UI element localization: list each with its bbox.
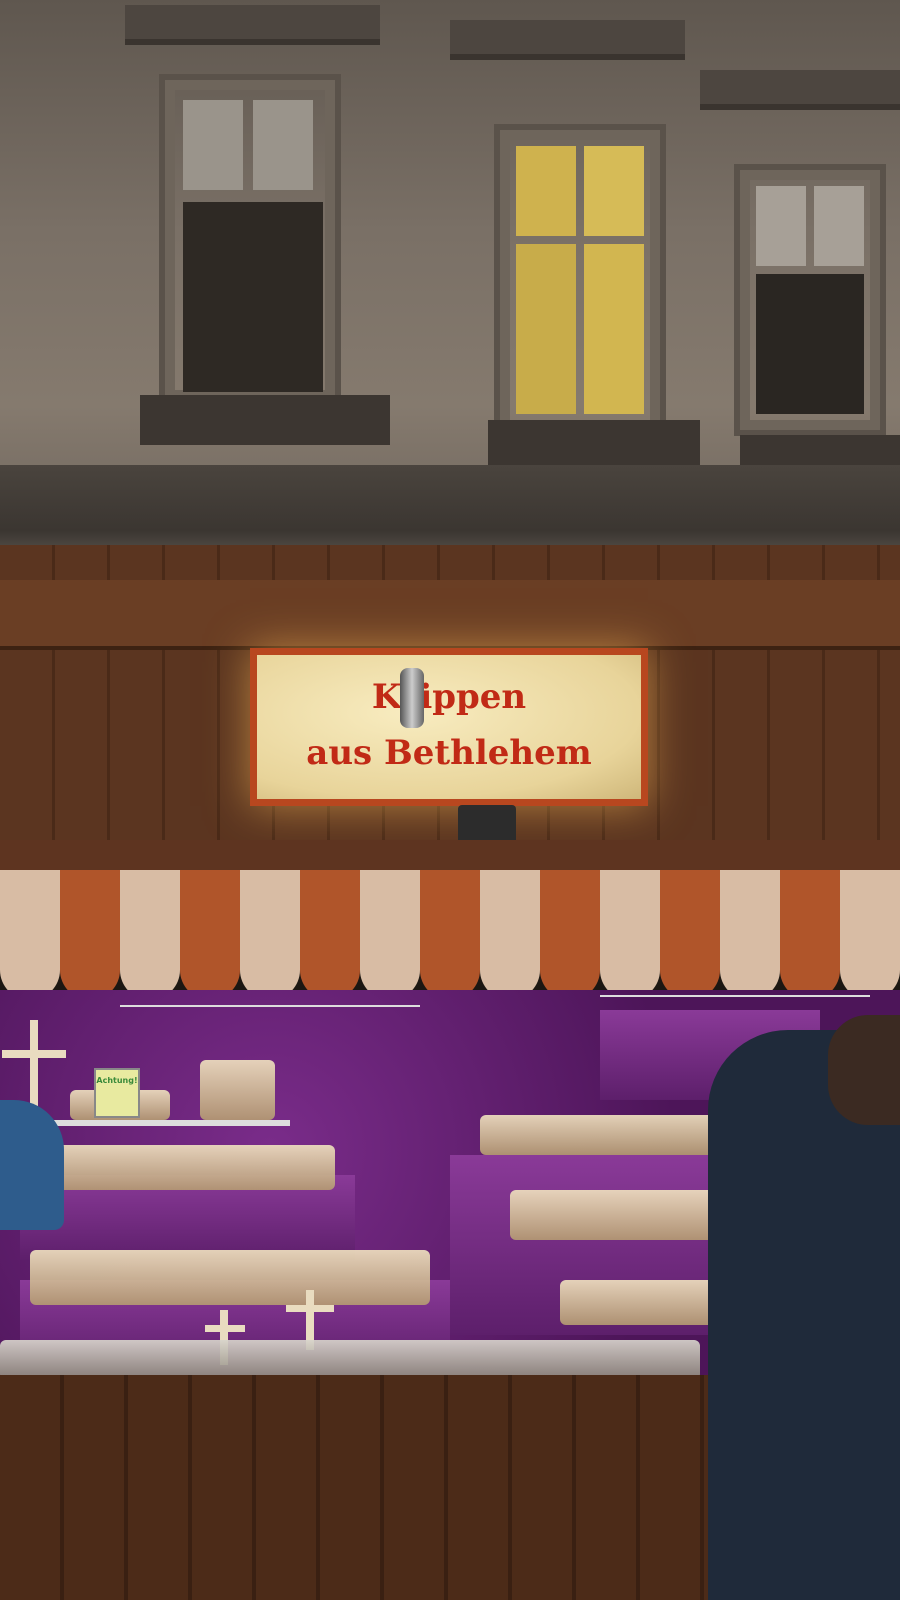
striped-awning xyxy=(0,870,900,1000)
figurine-carvings xyxy=(30,1250,430,1305)
spotlight-icon xyxy=(458,805,516,845)
window-lit xyxy=(500,130,660,430)
cross-icon xyxy=(205,1325,245,1332)
window-sill xyxy=(488,420,700,470)
nativity-carvings xyxy=(35,1145,335,1190)
window-pediment xyxy=(450,20,685,60)
customer-head xyxy=(828,1015,900,1125)
stall-sign: Krippen aus Bethlehem xyxy=(250,648,648,806)
sign-line-2: aus Bethlehem xyxy=(306,733,592,773)
window-left xyxy=(165,80,335,400)
boxed-goods xyxy=(0,1340,700,1380)
window-right xyxy=(740,170,880,430)
cross-icon xyxy=(2,1050,66,1058)
notice-label: Achtung! xyxy=(96,1076,138,1085)
shelf xyxy=(50,1120,290,1126)
string-lights xyxy=(120,1005,420,1007)
cross-icon xyxy=(286,1305,334,1312)
notice-card: Achtung! xyxy=(94,1068,140,1118)
window-sill xyxy=(140,395,390,445)
string-lights xyxy=(600,995,870,997)
wooden-counter xyxy=(0,1375,730,1600)
wooden-beam xyxy=(0,580,900,650)
lamp-icon xyxy=(400,668,424,728)
window-pediment xyxy=(700,70,900,110)
nativity-carving xyxy=(200,1060,275,1120)
sign-line-1: Krippen xyxy=(371,677,527,717)
window-pediment xyxy=(125,5,380,45)
